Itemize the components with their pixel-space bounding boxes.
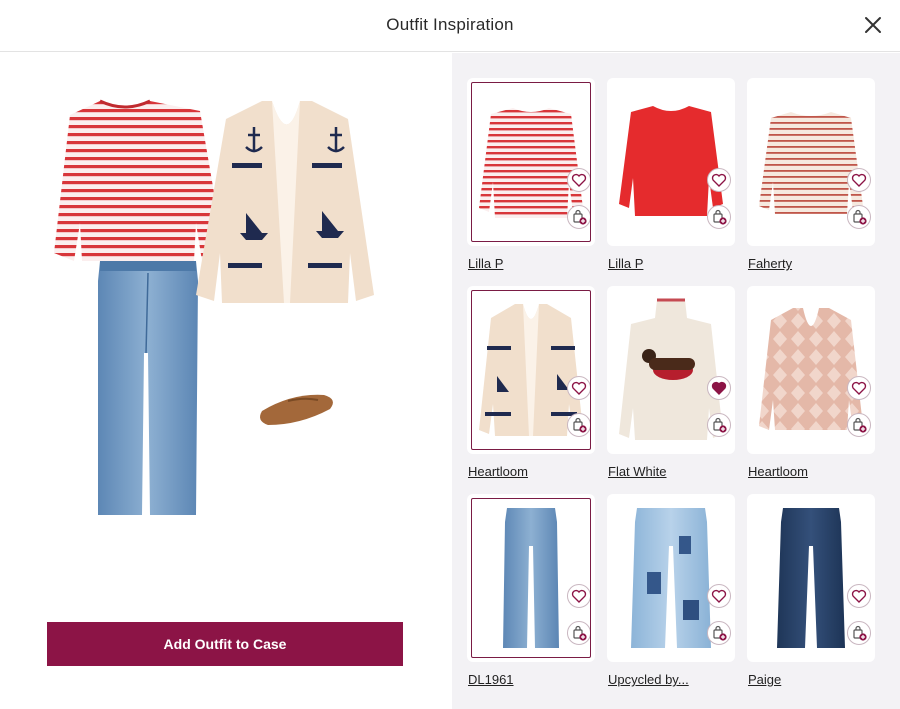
outfit-preview-panel: Add Outfit to Case: [0, 53, 452, 709]
product-card[interactable]: [467, 78, 595, 246]
favorite-button[interactable]: [567, 168, 591, 192]
favorite-button[interactable]: [567, 376, 591, 400]
product-brand-link[interactable]: Heartloom: [468, 464, 528, 479]
heart-icon: [851, 173, 867, 187]
add-to-bag-icon: [853, 209, 867, 225]
add-to-bag-icon: [713, 417, 727, 433]
add-to-bag-icon: [573, 625, 587, 641]
heart-icon: [571, 173, 587, 187]
favorite-button[interactable]: [847, 168, 871, 192]
add-to-bag-button[interactable]: [567, 205, 591, 229]
product-brand-link[interactable]: Lilla P: [608, 256, 643, 271]
add-to-bag-icon: [713, 625, 727, 641]
favorite-button[interactable]: [847, 376, 871, 400]
modal-title: Outfit Inspiration: [386, 15, 514, 34]
outfit-loafer: [260, 394, 333, 425]
favorite-button[interactable]: [567, 584, 591, 608]
close-icon[interactable]: [862, 14, 884, 36]
add-to-bag-button[interactable]: [847, 205, 871, 229]
outfit-cardigan: [196, 101, 374, 303]
product-card[interactable]: [747, 494, 875, 662]
add-to-bag-button[interactable]: [707, 621, 731, 645]
product-brand-link[interactable]: Flat White: [608, 464, 667, 479]
favorite-button[interactable]: [707, 376, 731, 400]
product-card[interactable]: [747, 286, 875, 454]
add-to-bag-button[interactable]: [847, 621, 871, 645]
product-card[interactable]: [467, 286, 595, 454]
outfit-jeans: [98, 261, 198, 515]
product-brand-link[interactable]: Paige: [748, 672, 781, 687]
favorite-button[interactable]: [707, 584, 731, 608]
add-to-bag-icon: [853, 625, 867, 641]
add-to-bag-button[interactable]: [707, 413, 731, 437]
add-to-bag-button[interactable]: [567, 621, 591, 645]
heart-icon: [571, 589, 587, 603]
heart-icon: [711, 173, 727, 187]
product-brand-link[interactable]: Lilla P: [468, 256, 503, 271]
add-to-bag-button[interactable]: [847, 413, 871, 437]
product-card[interactable]: [467, 494, 595, 662]
heart-icon: [851, 589, 867, 603]
product-brand-link[interactable]: Heartloom: [748, 464, 808, 479]
outfit-composition-image: [54, 99, 374, 515]
favorite-button[interactable]: [847, 584, 871, 608]
add-to-bag-button[interactable]: [567, 413, 591, 437]
add-to-bag-button[interactable]: [707, 205, 731, 229]
heart-icon: [711, 381, 727, 395]
product-brand-link[interactable]: Upcycled by...: [608, 672, 689, 687]
product-card[interactable]: [607, 494, 735, 662]
product-brand-link[interactable]: DL1961: [468, 672, 514, 687]
heart-icon: [851, 381, 867, 395]
heart-icon: [571, 381, 587, 395]
product-card[interactable]: [607, 286, 735, 454]
add-to-bag-icon: [573, 209, 587, 225]
product-brand-link[interactable]: Faherty: [748, 256, 792, 271]
add-outfit-to-case-button[interactable]: Add Outfit to Case: [47, 622, 403, 666]
add-to-bag-icon: [573, 417, 587, 433]
add-to-bag-icon: [713, 209, 727, 225]
add-to-bag-icon: [853, 417, 867, 433]
favorite-button[interactable]: [707, 168, 731, 192]
product-card[interactable]: [607, 78, 735, 246]
modal-header: Outfit Inspiration: [0, 0, 900, 52]
product-card[interactable]: [747, 78, 875, 246]
outfit-striped-tee: [54, 99, 224, 261]
heart-icon: [711, 589, 727, 603]
